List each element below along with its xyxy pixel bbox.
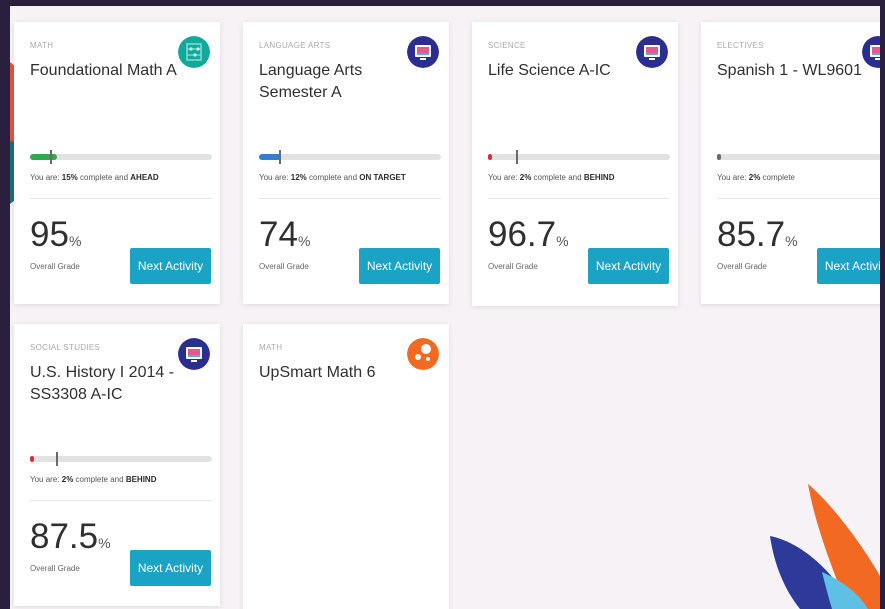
next-activity-button[interactable]: Next Activity — [817, 248, 880, 284]
overall-grade-value: 74% — [259, 215, 311, 254]
progress-bar — [259, 150, 441, 164]
progress-bar — [30, 150, 212, 164]
divider — [717, 198, 880, 199]
overall-grade-label: Overall Grade — [30, 564, 80, 573]
overall-grade-label: Overall Grade — [30, 262, 80, 271]
course-card-life-science[interactable]: SCIENCE Life Science A-IC You are: 2% co… — [472, 22, 678, 306]
course-subject: ELECTIVES — [717, 41, 764, 50]
course-title[interactable]: Foundational Math A — [30, 60, 180, 82]
bubbles-icon — [407, 338, 439, 370]
course-dashboard: MATH Foundational Math A You are: 15% co… — [10, 6, 880, 609]
progress-status: You are: 2% complete — [717, 173, 796, 182]
course-subject: MATH — [30, 41, 54, 50]
course-title[interactable]: U.S. History I 2014 - SS3308 A-IC — [30, 362, 180, 406]
overall-grade-label: Overall Grade — [717, 262, 767, 271]
overall-grade-label: Overall Grade — [259, 262, 309, 271]
divider — [30, 500, 212, 501]
progress-status: You are: 2% complete and BEHIND — [488, 173, 615, 182]
course-card-upsmart-math[interactable]: MATH UpSmart Math 6 — [243, 324, 449, 609]
divider — [30, 198, 212, 199]
course-title[interactable]: Life Science A-IC — [488, 60, 638, 82]
progress-bar — [717, 154, 880, 160]
course-subject: LANGUAGE ARTS — [259, 41, 331, 50]
course-card-language-arts[interactable]: LANGUAGE ARTS Language Arts Semester A Y… — [243, 22, 449, 304]
monitor-icon — [407, 36, 439, 68]
divider — [488, 198, 670, 199]
progress-bar — [30, 452, 212, 466]
course-card-us-history[interactable]: SOCIAL STUDIES U.S. History I 2014 - SS3… — [14, 324, 220, 606]
overall-grade-value: 87.5% — [30, 517, 111, 556]
next-activity-button[interactable]: Next Activity — [359, 248, 440, 284]
course-subject: SCIENCE — [488, 41, 526, 50]
monitor-icon — [636, 36, 668, 68]
course-subject: SOCIAL STUDIES — [30, 343, 101, 352]
divider — [259, 198, 441, 199]
next-activity-button[interactable]: Next Activity — [130, 550, 211, 586]
overall-grade-value: 95% — [30, 215, 82, 254]
course-subject: MATH — [259, 343, 283, 352]
overall-grade-label: Overall Grade — [488, 262, 538, 271]
progress-status: You are: 2% complete and BEHIND — [30, 475, 157, 484]
overall-grade-value: 85.7% — [717, 215, 798, 254]
overall-grade-value: 96.7% — [488, 215, 569, 254]
progress-status: You are: 12% complete and ON TARGET — [259, 173, 406, 182]
decorative-leaves — [770, 484, 880, 609]
course-title[interactable]: Spanish 1 - WL9601 — [717, 60, 880, 82]
course-title[interactable]: UpSmart Math 6 — [259, 362, 409, 384]
next-activity-button[interactable]: Next Activity — [130, 248, 211, 284]
monitor-icon — [178, 338, 210, 370]
course-card-foundational-math[interactable]: MATH Foundational Math A You are: 15% co… — [14, 22, 220, 304]
progress-status: You are: 15% complete and AHEAD — [30, 173, 159, 182]
course-card-spanish[interactable]: ELECTIVES Spanish 1 - WL9601 You are: 2%… — [701, 22, 880, 304]
abacus-icon — [178, 36, 210, 68]
progress-bar — [488, 150, 670, 164]
next-activity-button[interactable]: Next Activity — [588, 248, 669, 284]
course-title[interactable]: Language Arts Semester A — [259, 60, 409, 104]
